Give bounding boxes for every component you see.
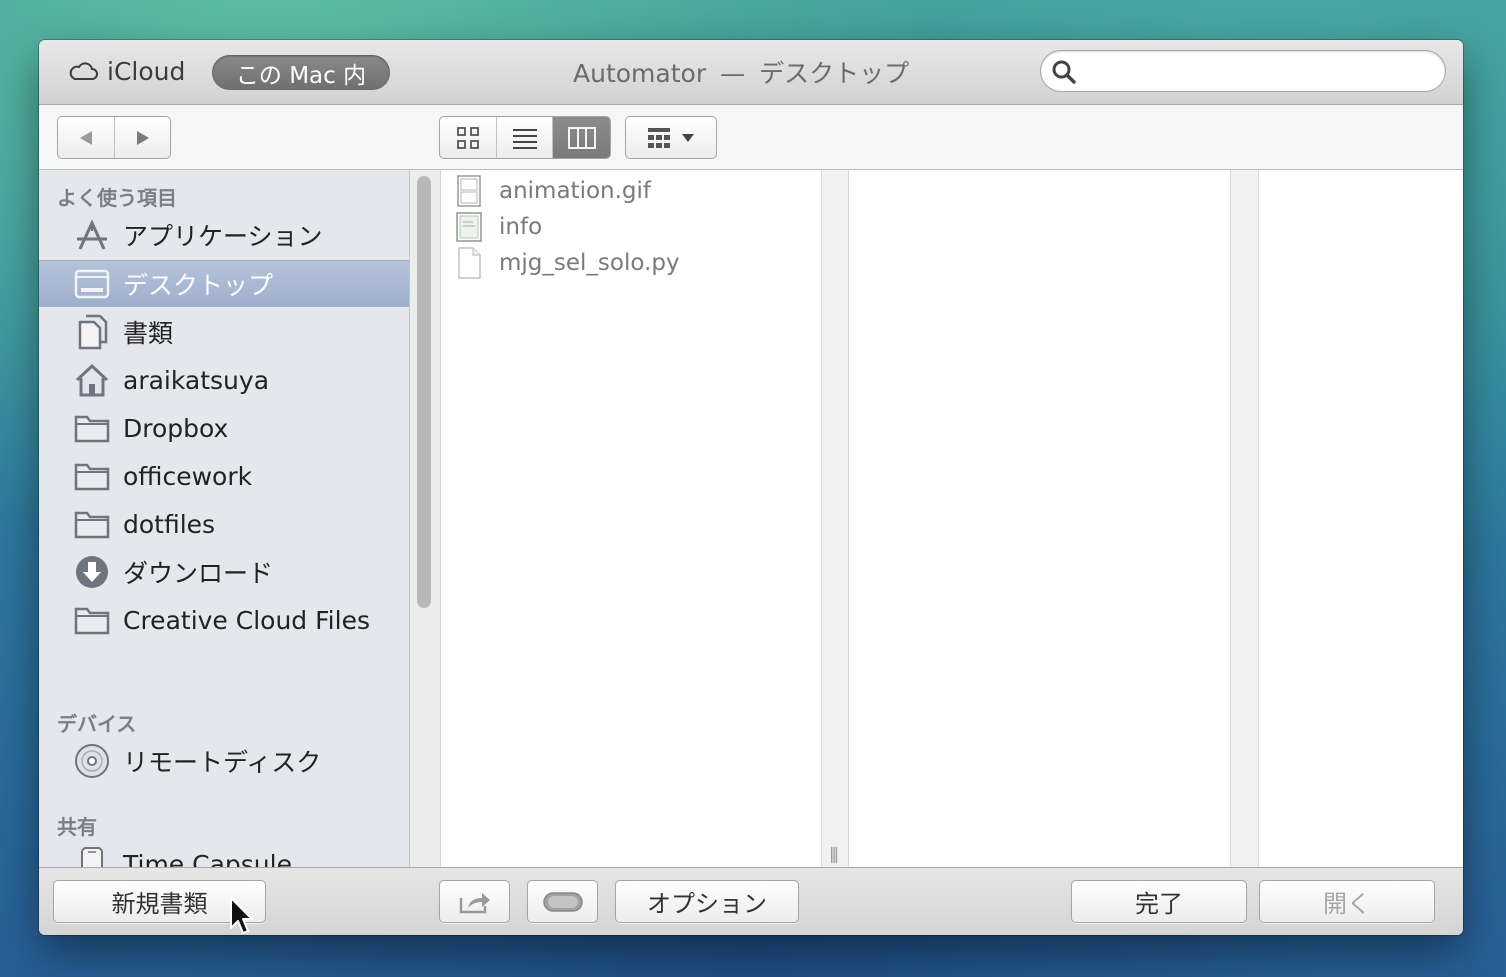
tag-button[interactable] xyxy=(527,880,598,923)
folder-icon xyxy=(73,601,111,639)
sidebar-item-home[interactable]: araikatsuya xyxy=(39,357,409,403)
on-my-mac-button[interactable]: この Mac 内 xyxy=(212,55,390,90)
disc-icon xyxy=(73,742,111,780)
shared-header: 共有 xyxy=(57,815,97,839)
file-item-mjg-sel-solo[interactable]: mjg_sel_solo.py xyxy=(455,246,680,280)
icon-view-button[interactable] xyxy=(440,117,497,158)
sidebar-item-dropbox[interactable]: Dropbox xyxy=(39,405,409,451)
file-column-1: animation.gif info mjg_sel_solo.py xyxy=(440,170,821,867)
sidebar-item-dotfiles[interactable]: dotfiles xyxy=(39,501,409,547)
app-name: Automator xyxy=(573,59,707,88)
column-view-icon xyxy=(567,126,596,149)
sidebar-item-label: リモートディスク xyxy=(123,748,322,777)
sidebar-item-remote-disc[interactable]: リモートディスク xyxy=(39,738,409,784)
sidebar-item-applications[interactable]: アプリケーション xyxy=(39,212,409,258)
downloads-icon xyxy=(73,553,111,591)
image-file-icon xyxy=(457,175,481,207)
open-button[interactable]: 開く xyxy=(1259,880,1435,923)
devices-header: デバイス xyxy=(57,712,137,736)
icloud-location-button[interactable]: iCloud xyxy=(67,54,185,88)
list-view-button[interactable] xyxy=(497,117,554,158)
desktop-icon xyxy=(73,265,111,303)
sidebar-item-label: araikatsuya xyxy=(123,365,270,395)
document-file-icon xyxy=(458,247,481,279)
file-name: info xyxy=(499,214,543,240)
sidebar-item-officework[interactable]: officework xyxy=(39,453,409,499)
sidebar-item-label: アプリケーション xyxy=(123,222,323,251)
title-separator: — xyxy=(720,59,746,88)
text-file-icon xyxy=(456,212,482,242)
file-item-animation-gif[interactable]: animation.gif xyxy=(455,174,651,208)
chevron-down-icon xyxy=(682,133,694,142)
column-divider[interactable] xyxy=(821,170,849,867)
sidebar-item-desktop[interactable]: デスクトップ xyxy=(39,260,409,307)
sidebar-item-documents[interactable]: 書類 xyxy=(39,309,409,355)
back-button[interactable] xyxy=(58,117,115,158)
sidebar-item-downloads[interactable]: ダウンロード xyxy=(39,549,409,595)
search-input[interactable] xyxy=(1085,55,1429,87)
forward-arrow-icon xyxy=(137,130,149,145)
favorites-header: よく使う項目 xyxy=(57,186,177,210)
share-button[interactable] xyxy=(439,880,510,923)
toolbar xyxy=(39,105,1463,170)
sidebar-item-label: dotfiles xyxy=(123,509,216,539)
sidebar-item-label: officework xyxy=(123,461,253,491)
icon-view-icon xyxy=(456,126,479,149)
sidebar-scrollbar[interactable] xyxy=(417,176,431,608)
folder-icon xyxy=(73,505,111,543)
sidebar-item-label: 書類 xyxy=(123,319,174,348)
file-name: animation.gif xyxy=(499,178,652,204)
sidebar-item-label: Creative Cloud Files xyxy=(123,605,370,635)
arrange-menu-button[interactable] xyxy=(625,116,717,159)
open-dialog-window: iCloud この Mac 内 Automator — デスクトップ よく使う項… xyxy=(39,40,1463,935)
list-view-icon xyxy=(512,128,537,149)
folder-icon xyxy=(73,457,111,495)
cloud-icon xyxy=(69,62,98,80)
sidebar-item-creative-cloud[interactable]: Creative Cloud Files xyxy=(39,597,409,643)
title-bar: iCloud この Mac 内 Automator — デスクトップ xyxy=(39,40,1463,105)
tag-icon xyxy=(542,891,583,912)
file-column-3 xyxy=(1259,170,1463,867)
window-title: Automator — デスクトップ xyxy=(573,54,909,90)
sidebar-item-label: ダウンロード xyxy=(123,559,274,588)
done-button[interactable]: 完了 xyxy=(1071,880,1247,923)
column-divider[interactable] xyxy=(1230,170,1259,867)
search-icon xyxy=(1052,60,1076,84)
sidebar: よく使う項目 アプリケーション デスクトップ 書類 araikatsuya Dr… xyxy=(39,170,410,881)
home-icon xyxy=(73,361,111,399)
folder-name: デスクトップ xyxy=(759,59,910,88)
search-field[interactable] xyxy=(1040,50,1446,92)
icloud-label: iCloud xyxy=(107,56,186,86)
mouse-pointer-icon xyxy=(230,897,253,934)
documents-icon xyxy=(73,313,111,351)
file-item-info[interactable]: info xyxy=(455,210,542,244)
arrange-grid-icon xyxy=(648,127,670,148)
options-button[interactable]: オプション xyxy=(615,880,799,923)
back-arrow-icon xyxy=(80,130,92,145)
column-view-button[interactable] xyxy=(553,117,610,158)
applications-icon xyxy=(73,216,111,254)
view-mode-control xyxy=(439,116,611,159)
file-column-2 xyxy=(849,170,1230,867)
sidebar-item-label: Dropbox xyxy=(123,413,229,443)
folder-icon xyxy=(73,409,111,447)
share-icon xyxy=(459,892,490,913)
sidebar-item-label: デスクトップ xyxy=(123,271,274,300)
back-forward-control xyxy=(57,116,171,159)
file-name: mjg_sel_solo.py xyxy=(499,250,680,276)
forward-button[interactable] xyxy=(115,117,171,158)
column-resize-handle[interactable]: ||| xyxy=(829,844,839,863)
